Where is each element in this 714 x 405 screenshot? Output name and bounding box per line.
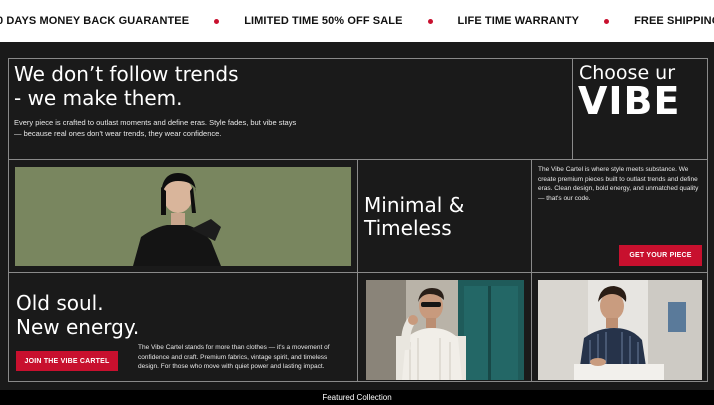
model-photo	[15, 167, 351, 266]
separator-dot-icon	[214, 18, 220, 24]
separator-dot-icon	[427, 18, 433, 24]
man-door-photo	[366, 280, 524, 380]
separator-dot-icon	[604, 18, 610, 24]
hero-heading-line2: - we make them.	[14, 86, 183, 110]
minimal-heading: Minimal & Timeless	[364, 194, 464, 240]
featured-collection-bar: Featured Collection	[0, 390, 714, 405]
vibe-line2: VIBE	[578, 79, 681, 123]
old-soul-heading: Old soul. New energy.	[16, 291, 139, 339]
announcement-money-back: 0 DAYS MONEY BACK GUARANTEE	[0, 15, 190, 27]
minimal-panel: Minimal & Timeless	[357, 159, 532, 273]
collage-grid: We don’t follow trends - we make them. E…	[0, 42, 714, 390]
vibe-cartel-body: The Vibe Cartel is where style meets sub…	[538, 166, 699, 202]
hero-heading: We don’t follow trends - we make them.	[14, 62, 239, 110]
vibe-cartel-panel: The Vibe Cartel is where style meets sub…	[531, 159, 708, 273]
featured-collection-label: Featured Collection	[322, 393, 392, 402]
vibe-panel: Choose ur VIBE	[572, 58, 708, 160]
announcement-sale: LIMITED TIME 50% OFF SALE	[244, 15, 403, 27]
old-soul-body: The Vibe Cartel stands for more than clo…	[138, 344, 330, 370]
old-soul-heading-line1: Old soul.	[16, 291, 104, 315]
get-your-piece-button[interactable]: GET YOUR PIECE	[619, 245, 702, 266]
man-seated-photo-art	[538, 280, 702, 380]
announcement-warranty: LIFE TIME WARRANTY	[457, 15, 580, 27]
photo-panel-door	[357, 272, 532, 382]
hero-body: Every piece is crafted to outlast moment…	[14, 118, 297, 138]
hero-panel: We don’t follow trends - we make them. E…	[8, 58, 573, 160]
announcement-bar: 0 DAYS MONEY BACK GUARANTEE LIMITED TIME…	[0, 0, 714, 42]
minimal-heading-line2: Timeless	[364, 216, 452, 240]
join-the-vibe-cartel-button[interactable]: JOIN THE VIBE CARTEL	[16, 351, 118, 371]
model-photo-art	[15, 167, 351, 266]
old-soul-panel: Old soul. New energy. JOIN THE VIBE CART…	[8, 272, 358, 382]
man-seated-photo	[538, 280, 702, 380]
man-door-photo-art	[366, 280, 524, 380]
announcement-shipping: FREE SHIPPING	[634, 15, 714, 27]
hero-heading-line1: We don’t follow trends	[14, 62, 239, 86]
announcement-track: 0 DAYS MONEY BACK GUARANTEE LIMITED TIME…	[0, 15, 714, 27]
photo-panel-model	[8, 159, 358, 273]
old-soul-heading-line2: New energy.	[16, 315, 140, 339]
minimal-heading-line1: Minimal &	[364, 193, 465, 217]
photo-panel-seated	[531, 272, 708, 382]
